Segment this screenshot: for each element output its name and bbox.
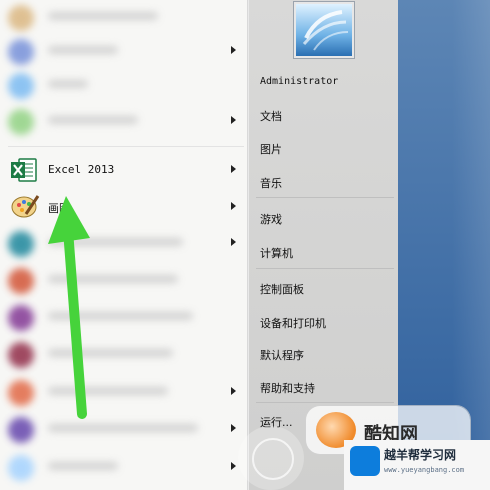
blurred-program-item[interactable]: [0, 300, 248, 334]
places-separator: [256, 268, 394, 269]
watermark-footer-title: 越羊帮学习网: [384, 448, 457, 462]
user-name[interactable]: Administrator: [260, 76, 338, 87]
submenu-arrow-icon: [231, 462, 236, 470]
place-documents[interactable]: 文档: [260, 108, 282, 124]
blurred-program-item[interactable]: [0, 34, 248, 68]
program-item-paint[interactable]: 画图: [0, 190, 248, 224]
program-item-excel-2013[interactable]: Excel 2013: [0, 153, 248, 187]
submenu-arrow-icon: [231, 424, 236, 432]
program-label: 画图: [48, 202, 70, 215]
blurred-program-item[interactable]: [0, 412, 248, 446]
watermark-footer: 越羊帮学习网 www.yueyangbang.com: [344, 440, 490, 490]
blurred-program-item[interactable]: [0, 337, 248, 371]
places-separator: [256, 197, 394, 198]
blurred-program-item[interactable]: [0, 375, 248, 409]
place-games[interactable]: 游戏: [260, 211, 282, 227]
submenu-arrow-icon: [231, 116, 236, 124]
place-music[interactable]: 音乐: [260, 175, 282, 191]
blurred-program-item[interactable]: [0, 226, 248, 260]
paint-palette-icon: [10, 192, 40, 220]
user-avatar-icon[interactable]: [294, 2, 354, 58]
programs-pane: Excel 2013 画图: [0, 0, 248, 490]
place-default-programs[interactable]: 默认程序: [260, 347, 304, 363]
place-control-panel[interactable]: 控制面板: [260, 281, 304, 297]
menu-divider: [8, 146, 244, 147]
place-computer[interactable]: 计算机: [260, 245, 293, 261]
places-separator: [256, 402, 394, 403]
blurred-program-item[interactable]: [0, 104, 248, 138]
place-help-and-support[interactable]: 帮助和支持: [260, 380, 315, 396]
excel-icon: [10, 157, 38, 183]
program-label: Excel 2013: [48, 163, 115, 176]
submenu-arrow-icon: [231, 387, 236, 395]
blurred-program-item[interactable]: [0, 0, 248, 34]
watermark-footer-logo-icon: [350, 446, 380, 476]
submenu-arrow-icon: [231, 165, 236, 173]
submenu-arrow-icon: [231, 238, 236, 246]
place-pictures[interactable]: 图片: [260, 141, 282, 157]
submenu-arrow-icon: [231, 46, 236, 54]
blurred-program-item[interactable]: [0, 68, 248, 102]
blurred-program-item[interactable]: [0, 263, 248, 297]
watermark-footer-url: www.yueyangbang.com: [384, 466, 465, 474]
blurred-program-item[interactable]: [0, 450, 248, 484]
place-devices-and-printers[interactable]: 设备和打印机: [260, 315, 326, 331]
watermark-circle-inner-icon: [252, 438, 294, 480]
submenu-arrow-icon: [231, 202, 236, 210]
